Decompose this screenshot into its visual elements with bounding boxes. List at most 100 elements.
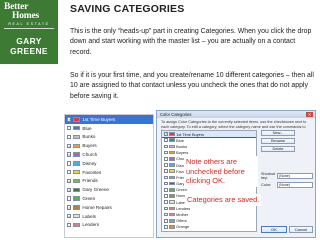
category-color-swatch (169, 200, 175, 204)
checkbox-icon[interactable] (164, 144, 168, 149)
category-list-item[interactable]: ✓ Home Repairs (65, 203, 153, 212)
checkbox-icon[interactable] (67, 161, 72, 166)
checkbox-icon[interactable] (164, 150, 168, 155)
category-label: Offers (176, 218, 187, 224)
category-color-swatch (73, 196, 81, 201)
checkbox-icon[interactable] (164, 163, 168, 167)
category-label: Buyers (82, 143, 97, 149)
checkbox-icon[interactable] (164, 181, 168, 186)
category-list-item[interactable]: ✓ Church (65, 150, 153, 159)
checkbox-checked-icon[interactable]: ✓ (67, 117, 72, 122)
checkbox-icon[interactable] (164, 175, 168, 180)
category-label: Disney (82, 160, 97, 166)
category-list-item[interactable]: Bunko (65, 133, 153, 142)
logo-line-2: Homes (12, 11, 39, 21)
checkbox-checked-icon[interactable]: ✓ (67, 213, 72, 219)
slide-paragraph-1: This is the only “heads-up” part in crea… (70, 28, 312, 56)
checkbox-icon[interactable] (164, 138, 168, 143)
color-label: Color: (261, 182, 272, 187)
category-color-swatch (73, 222, 81, 228)
checkbox-icon[interactable] (67, 134, 72, 140)
checkbox-checked-icon[interactable]: ✓ (67, 187, 72, 192)
category-list-item[interactable]: ✓ Buyers (65, 141, 153, 150)
category-label: Orange (176, 224, 190, 230)
category-color-swatch (169, 194, 175, 198)
checkbox-icon[interactable] (67, 222, 72, 228)
category-label: 1st Time Buyers (82, 116, 116, 122)
dialog-category-item[interactable]: Orange (162, 224, 256, 230)
shortcut-key-label: Shortcut key: (261, 172, 276, 180)
category-label: Green (176, 187, 187, 193)
category-list-item[interactable]: Disney (65, 159, 153, 168)
checkbox-icon[interactable] (67, 169, 72, 175)
dialog-close-icon[interactable]: ✕ (306, 112, 313, 117)
category-label: Labels (82, 213, 96, 219)
category-color-swatch (169, 144, 175, 149)
logo-divider (4, 28, 54, 29)
category-list-item[interactable]: Favorites (65, 168, 153, 177)
category-color-swatch (169, 212, 175, 217)
checkbox-checked-icon[interactable]: ✓ (67, 178, 72, 183)
category-color-swatch (73, 205, 81, 210)
category-label: Home Repairs (82, 204, 112, 210)
category-color-swatch (73, 161, 81, 166)
category-color-swatch (73, 126, 81, 131)
category-list-item[interactable]: Blue (65, 124, 153, 133)
agent-name-first: GARY (16, 36, 42, 46)
category-list-item[interactable]: ✓ Labels (65, 212, 153, 221)
category-color-swatch (169, 169, 175, 174)
category-list-item[interactable]: ✓ Friends (65, 177, 153, 186)
category-list-item[interactable]: Green (65, 194, 153, 203)
category-label: Lenders (82, 222, 99, 228)
checkbox-icon[interactable] (164, 206, 168, 211)
checkbox-icon[interactable] (164, 194, 168, 198)
checkbox-checked-icon[interactable]: ✓ (67, 152, 72, 157)
category-color-swatch (169, 187, 175, 192)
category-color-swatch (73, 169, 81, 175)
category-list-item[interactable]: ✓ Gary Greene (65, 185, 153, 194)
category-list-item[interactable]: ✓ 1st Time Buyers (65, 115, 153, 124)
category-label: Lenders (176, 205, 191, 211)
category-color-swatch (73, 143, 81, 148)
brand-logo-block: Better Homes REAL ESTATE GARY GREENE (0, 0, 58, 64)
ok-button[interactable]: OK (261, 226, 287, 233)
category-color-swatch (169, 206, 175, 211)
checkbox-checked-icon[interactable]: ✓ (164, 132, 168, 136)
checkbox-icon[interactable] (164, 212, 168, 217)
category-color-swatch (169, 163, 175, 167)
slide-paragraph-2: So if it is your first time, and you cre… (70, 72, 314, 100)
annotation-note-unchecked: Note others are unchecked before clickin… (184, 156, 258, 187)
category-list-panel: ✓ 1st Time Buyers Blue Bunko ✓ Buyers ✓ Church D… (64, 114, 154, 238)
rename-category-button[interactable]: Rename (261, 137, 295, 145)
checkbox-checked-icon[interactable]: ✓ (67, 143, 72, 148)
logo-line-3: REAL ESTATE (8, 22, 50, 26)
checkbox-icon[interactable] (164, 218, 168, 223)
checkbox-icon[interactable] (164, 157, 168, 161)
checkbox-checked-icon[interactable]: ✓ (67, 205, 72, 210)
category-color-swatch (169, 225, 175, 229)
category-color-swatch (169, 138, 175, 143)
category-color-swatch (73, 178, 81, 184)
checkbox-icon[interactable] (67, 126, 72, 131)
category-label: Blue (82, 125, 92, 131)
category-label: Favorites (82, 169, 102, 175)
category-label: Gary Greene (82, 187, 109, 193)
color-select[interactable]: (None) (277, 182, 313, 188)
category-label: Mother (176, 212, 189, 218)
category-label: Church (82, 152, 98, 158)
checkbox-icon[interactable] (164, 187, 168, 192)
category-label: 1st Time Buyers (176, 131, 205, 137)
category-color-swatch (169, 181, 175, 186)
agent-name-last: GREENE (10, 46, 48, 56)
checkbox-icon[interactable] (164, 169, 168, 174)
category-list-item[interactable]: Lenders (65, 221, 153, 230)
checkbox-icon[interactable] (67, 196, 72, 201)
checkbox-icon[interactable] (164, 200, 168, 204)
shortcut-key-select[interactable]: (None) (277, 173, 313, 179)
checkbox-icon[interactable] (164, 225, 168, 229)
delete-category-button[interactable]: Delete (261, 145, 295, 153)
new-category-button[interactable]: New... (261, 130, 295, 137)
cancel-button[interactable]: Cancel (289, 226, 313, 233)
category-label: Buyers (176, 150, 189, 156)
annotation-note-saved: Categories are saved. (185, 194, 262, 206)
